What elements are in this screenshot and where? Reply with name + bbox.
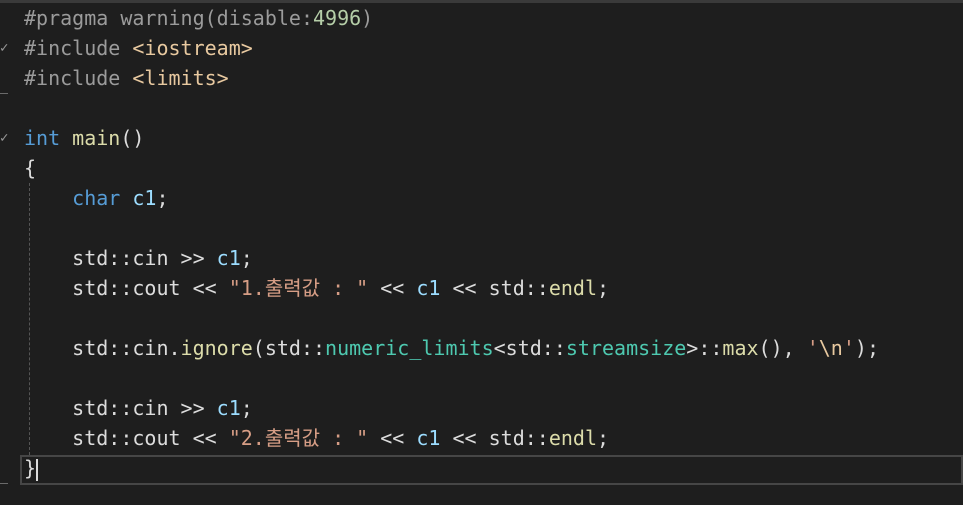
code-token: char: [72, 186, 121, 210]
code-token: ): [361, 6, 374, 30]
code-token: ;: [156, 186, 169, 210]
code-token: "2.출력값 : ": [228, 426, 369, 450]
current-line-highlight: [20, 455, 963, 485]
code-line[interactable]: std::cin >> c1;: [24, 243, 253, 273]
code-line[interactable]: int main(): [24, 123, 144, 153]
code-editor[interactable]: ✓ ✓ #pragma warning(disable:4996) #includ…: [0, 0, 963, 505]
code-token: std::cin >>: [24, 246, 217, 270]
code-token: ': [842, 336, 855, 360]
code-token: }: [24, 456, 37, 480]
code-token: (): [120, 126, 145, 150]
code-line[interactable]: char c1;: [24, 183, 169, 213]
code-line[interactable]: }: [24, 453, 39, 483]
text-caret: [36, 458, 39, 481]
code-token: #pragma warning(disable:: [24, 6, 313, 30]
code-token: <std::: [493, 336, 566, 360]
code-token: c1: [416, 276, 441, 300]
fold-end-marker: [0, 483, 8, 484]
code-line[interactable]: #include <limits>: [24, 63, 229, 93]
code-token: endl: [548, 276, 598, 300]
code-line[interactable]: std::cout << "2.출력값 : " << c1 << std::en…: [24, 423, 609, 453]
code-line[interactable]: #include <iostream>: [24, 33, 253, 63]
code-token: main: [72, 126, 121, 150]
code-token: numeric_limits: [325, 336, 494, 360]
code-token: <limits>: [132, 66, 229, 90]
code-token: "1.출력값 : ": [228, 276, 369, 300]
code-token: <<: [368, 426, 417, 450]
code-token: ;: [597, 426, 610, 450]
code-token: endl: [548, 426, 598, 450]
code-token: ;: [240, 396, 253, 420]
code-line[interactable]: #pragma warning(disable:4996): [24, 3, 373, 33]
code-token: \n: [818, 336, 843, 360]
code-token: c1: [416, 426, 441, 450]
code-token: c1: [216, 246, 241, 270]
code-token: <<: [368, 276, 417, 300]
code-token: ignore: [180, 336, 253, 360]
code-token: c1: [216, 396, 241, 420]
code-token: c1: [132, 186, 157, 210]
code-token: #include: [24, 36, 133, 60]
code-token: >::: [686, 336, 723, 360]
code-token: ': [806, 336, 819, 360]
code-token: std::cin >>: [24, 396, 217, 420]
fold-collapse-icon[interactable]: ✓: [0, 123, 12, 153]
code-token: <iostream>: [132, 36, 253, 60]
code-token: std::cout <<: [24, 426, 229, 450]
code-token: std::cout <<: [24, 276, 229, 300]
code-token: (std::: [252, 336, 326, 360]
code-line[interactable]: {: [24, 153, 36, 183]
code-line[interactable]: std::cin.ignore(std::numeric_limits<std:…: [24, 333, 879, 363]
code-token: << std::: [440, 426, 549, 450]
code-token: {: [24, 156, 37, 180]
code-token: ;: [240, 246, 253, 270]
code-token: (),: [758, 336, 807, 360]
code-token: std::cin.: [24, 336, 181, 360]
fold-end-marker: [0, 93, 8, 94]
code-token: max: [722, 336, 759, 360]
code-token: #include: [24, 66, 133, 90]
code-token: 4996: [312, 6, 362, 30]
code-token: int: [24, 126, 61, 150]
code-token: ;: [597, 276, 610, 300]
code-line[interactable]: std::cin >> c1;: [24, 393, 253, 423]
fold-collapse-icon[interactable]: ✓: [0, 33, 12, 63]
code-token: streamsize: [565, 336, 687, 360]
code-line[interactable]: std::cout << "1.출력값 : " << c1 << std::en…: [24, 273, 609, 303]
code-token: << std::: [440, 276, 549, 300]
code-token: );: [854, 336, 879, 360]
